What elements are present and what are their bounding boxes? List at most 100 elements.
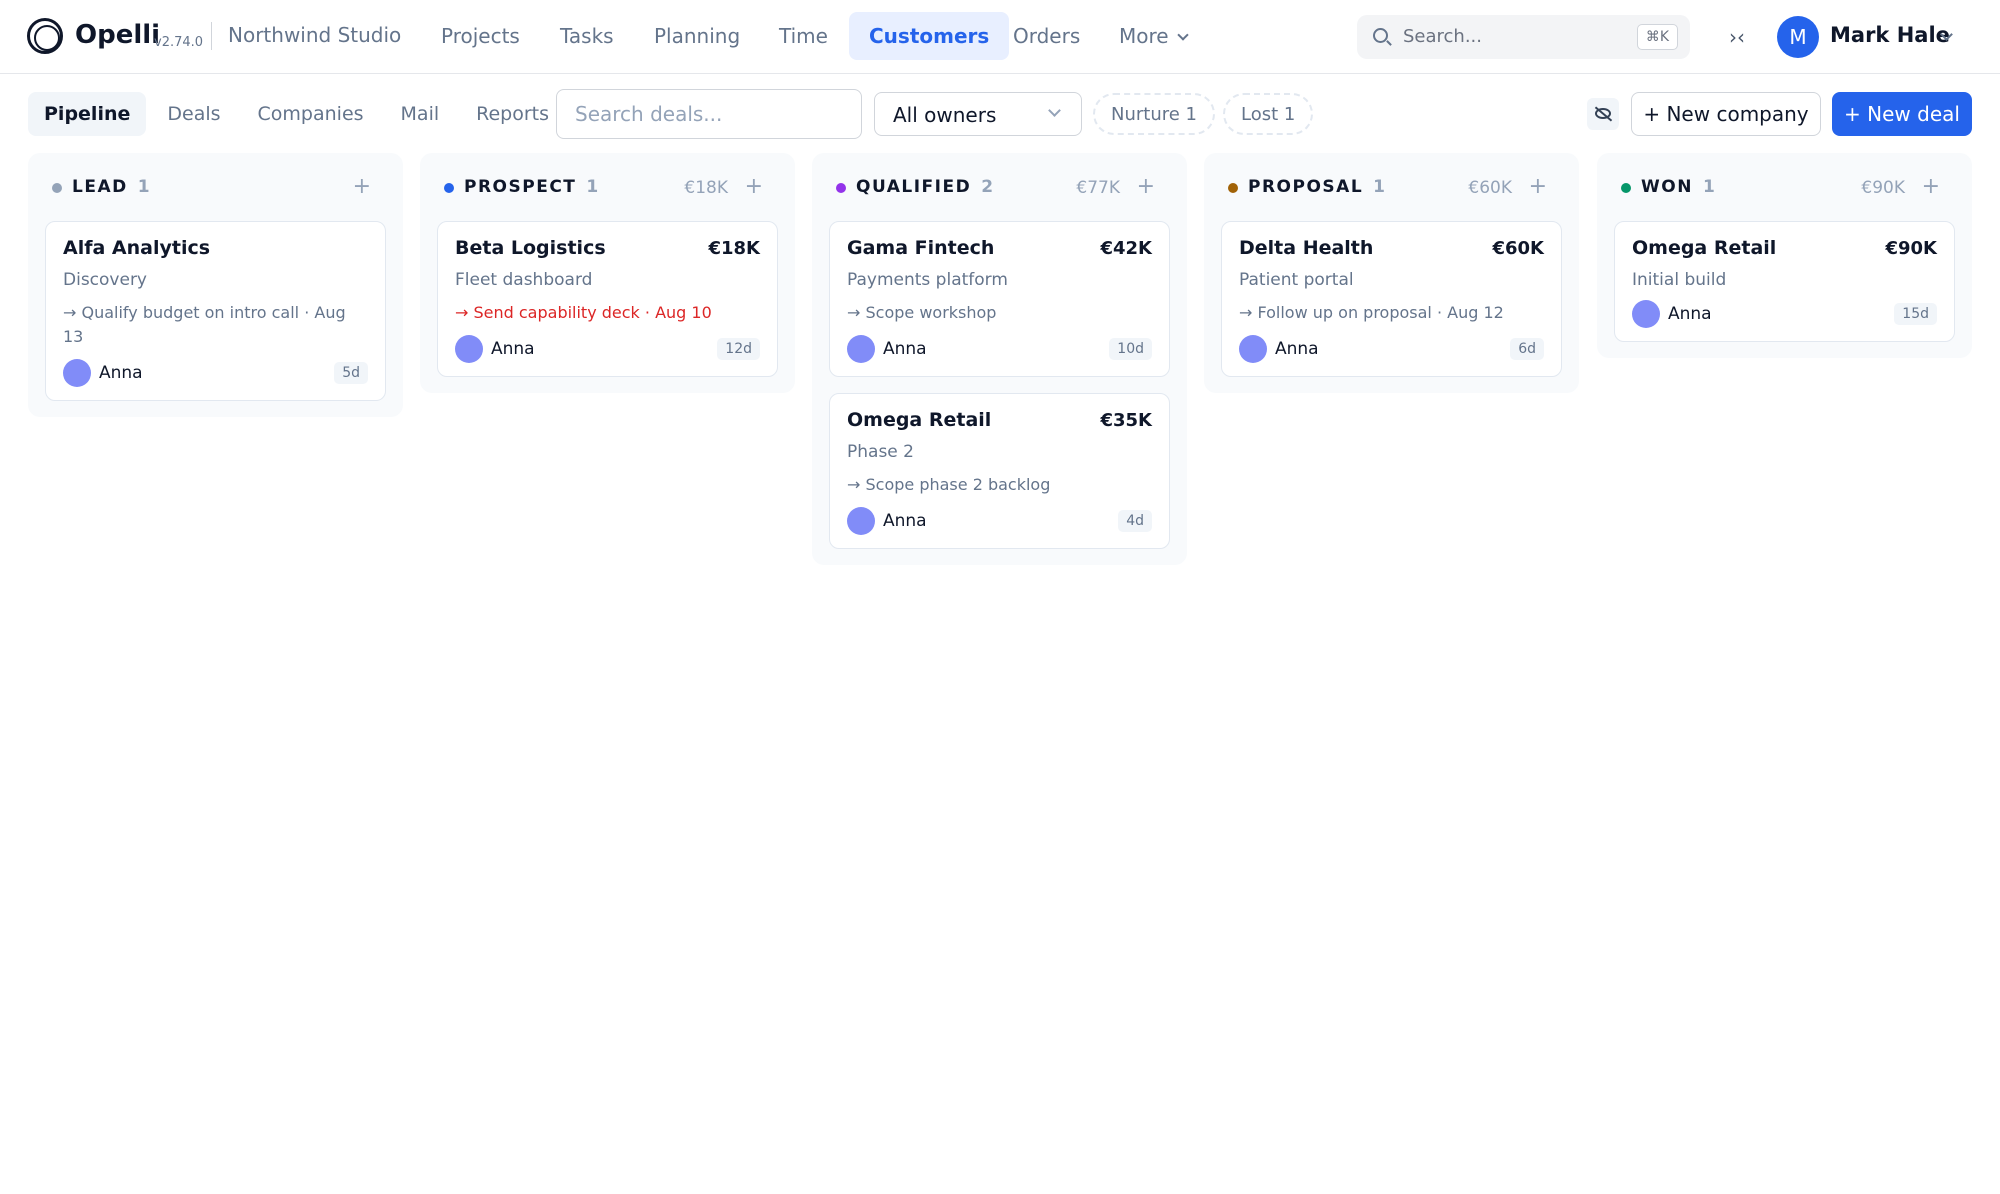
column-amount: €18K	[684, 178, 728, 198]
deal-card[interactable]: Omega Retail €90K Initial build Anna 15d	[1614, 221, 1955, 342]
opelli-logo-icon[interactable]	[27, 18, 63, 54]
stage-dot	[1621, 183, 1631, 193]
global-search[interactable]: Search... ⌘K	[1357, 15, 1690, 59]
deal-amount: €90K	[1885, 238, 1937, 259]
add-deal-icon[interactable]: +	[353, 174, 371, 199]
search-placeholder: Search...	[1403, 26, 1483, 47]
column-count: 1	[137, 177, 150, 197]
deal-name: Phase 2	[847, 442, 914, 462]
nav-projects[interactable]: Projects	[421, 12, 540, 60]
column-name: PROSPECT	[464, 177, 577, 197]
deal-age-badge: 12d	[717, 338, 760, 360]
deal-card[interactable]: Beta Logistics €18K Fleet dashboard → Send …	[437, 221, 778, 377]
deal-owner: Anna	[1275, 339, 1319, 359]
column-amount: €90K	[1861, 178, 1905, 198]
next-step: → Follow up on proposal · Aug 12	[1239, 303, 1504, 322]
avatar	[455, 335, 483, 363]
stage-dot	[836, 183, 846, 193]
column-name: WON	[1641, 177, 1693, 197]
deal-owner: Anna	[99, 363, 143, 383]
nav-time[interactable]: Time	[759, 12, 848, 60]
add-deal-icon[interactable]: +	[1922, 174, 1940, 199]
tab-companies[interactable]: Companies	[242, 92, 380, 136]
deal-card[interactable]: Gama Fintech €42K Payments platform → Scope…	[829, 221, 1170, 377]
column-title: PROPOSAL 1	[1248, 177, 1385, 197]
column-title: LEAD 1	[72, 177, 150, 197]
column-header: LEAD 1 +	[28, 153, 403, 213]
deal-age-badge: 15d	[1894, 303, 1937, 325]
pipeline-column-proposal: PROPOSAL 1 €60K + Delta Health €60K Patient po…	[1204, 153, 1579, 393]
stage-dot	[444, 183, 454, 193]
deal-name: Fleet dashboard	[455, 270, 593, 290]
column-name: PROPOSAL	[1248, 177, 1364, 197]
column-amount: €77K	[1076, 178, 1120, 198]
deal-age-badge: 10d	[1109, 338, 1152, 360]
deal-name: Initial build	[1632, 270, 1727, 290]
add-deal-icon[interactable]: +	[1529, 174, 1547, 199]
deal-amount: €42K	[1100, 238, 1152, 259]
deal-owner: Anna	[1668, 304, 1712, 324]
user-avatar[interactable]: M	[1777, 16, 1819, 58]
column-name: QUALIFIED	[856, 177, 972, 197]
hide-toggle-button[interactable]	[1587, 98, 1619, 130]
column-header: PROSPECT 1 €18K +	[420, 153, 795, 213]
deal-search-input[interactable]	[556, 89, 862, 139]
deal-owner: Anna	[883, 339, 927, 359]
chevron-down-icon	[1048, 104, 1061, 117]
search-icon	[1373, 28, 1388, 43]
column-title: PROSPECT 1	[464, 177, 598, 197]
column-count: 1	[1373, 177, 1385, 197]
deal-age-badge: 6d	[1510, 338, 1544, 360]
app-name[interactable]: Opelli	[75, 20, 160, 50]
tab-pipeline[interactable]: Pipeline	[28, 92, 147, 136]
deal-card[interactable]: Delta Health €60K Patient portal → Follow u…	[1221, 221, 1562, 377]
avatar	[63, 359, 91, 387]
deal-amount: €60K	[1492, 238, 1544, 259]
next-step: → Send capability deck · Aug 10	[455, 303, 712, 322]
add-deal-icon[interactable]: +	[1137, 174, 1155, 199]
nav-more[interactable]: More	[1099, 12, 1207, 60]
nav-orders[interactable]: Orders	[993, 12, 1100, 60]
nav-planning[interactable]: Planning	[634, 12, 760, 60]
add-deal-icon[interactable]: +	[745, 174, 763, 199]
tab-mail[interactable]: Mail	[385, 92, 456, 136]
column-header: PROPOSAL 1 €60K +	[1204, 153, 1579, 213]
workspace-name[interactable]: Northwind Studio	[228, 23, 401, 47]
owner-filter-select[interactable]: All owners	[874, 92, 1082, 136]
deal-name: Payments platform	[847, 270, 1008, 290]
top-bar: Opelli v2.74.0 Northwind Studio Projects…	[0, 0, 2000, 74]
pipeline-column-qualified: QUALIFIED 2 €77K + Gama Fintech €42K Payments …	[812, 153, 1187, 565]
app-version: v2.74.0	[154, 35, 204, 50]
next-step: → Scope phase 2 backlog	[847, 475, 1051, 494]
column-amount: €60K	[1468, 178, 1512, 198]
tab-reports[interactable]: Reports	[460, 92, 565, 136]
nurture-pill[interactable]: Nurture 1	[1093, 93, 1215, 135]
lost-pill[interactable]: Lost 1	[1223, 93, 1314, 135]
tab-deals[interactable]: Deals	[151, 92, 236, 136]
deal-card[interactable]: Alfa Analytics Discovery → Qualify budget …	[45, 221, 386, 401]
column-count: 1	[1702, 177, 1715, 197]
pipeline-column-prospect: PROSPECT 1 €18K + Beta Logistics €18K Fleet da…	[420, 153, 795, 393]
nav-tasks[interactable]: Tasks	[540, 12, 634, 60]
column-name: LEAD	[72, 177, 128, 197]
deal-owner: Anna	[491, 339, 535, 359]
avatar	[847, 335, 875, 363]
chevron-down-icon	[1176, 29, 1189, 41]
owner-filter-value: All owners	[893, 103, 997, 127]
nav-customers[interactable]: Customers	[849, 12, 1010, 60]
column-header: WON 1 €90K +	[1597, 153, 1972, 213]
column-count: 2	[981, 177, 994, 197]
new-company-button[interactable]: + New company	[1631, 92, 1821, 136]
new-deal-button[interactable]: + New deal	[1832, 92, 1972, 136]
deal-card[interactable]: Omega Retail €35K Phase 2 → Scope phase 2 b…	[829, 393, 1170, 549]
collapse-icon[interactable]: ›‹	[1722, 22, 1752, 52]
column-count: 1	[586, 177, 599, 197]
avatar	[847, 507, 875, 535]
column-title: WON 1	[1641, 177, 1715, 197]
column-title: QUALIFIED 2	[856, 177, 993, 197]
deal-name: Discovery	[63, 270, 147, 290]
deal-owner: Anna	[883, 511, 927, 531]
pipeline-column-lead: LEAD 1 + Alfa Analytics Discovery → Qualify b…	[28, 153, 403, 417]
divider	[211, 22, 212, 50]
user-name[interactable]: Mark Hale	[1830, 23, 1950, 47]
